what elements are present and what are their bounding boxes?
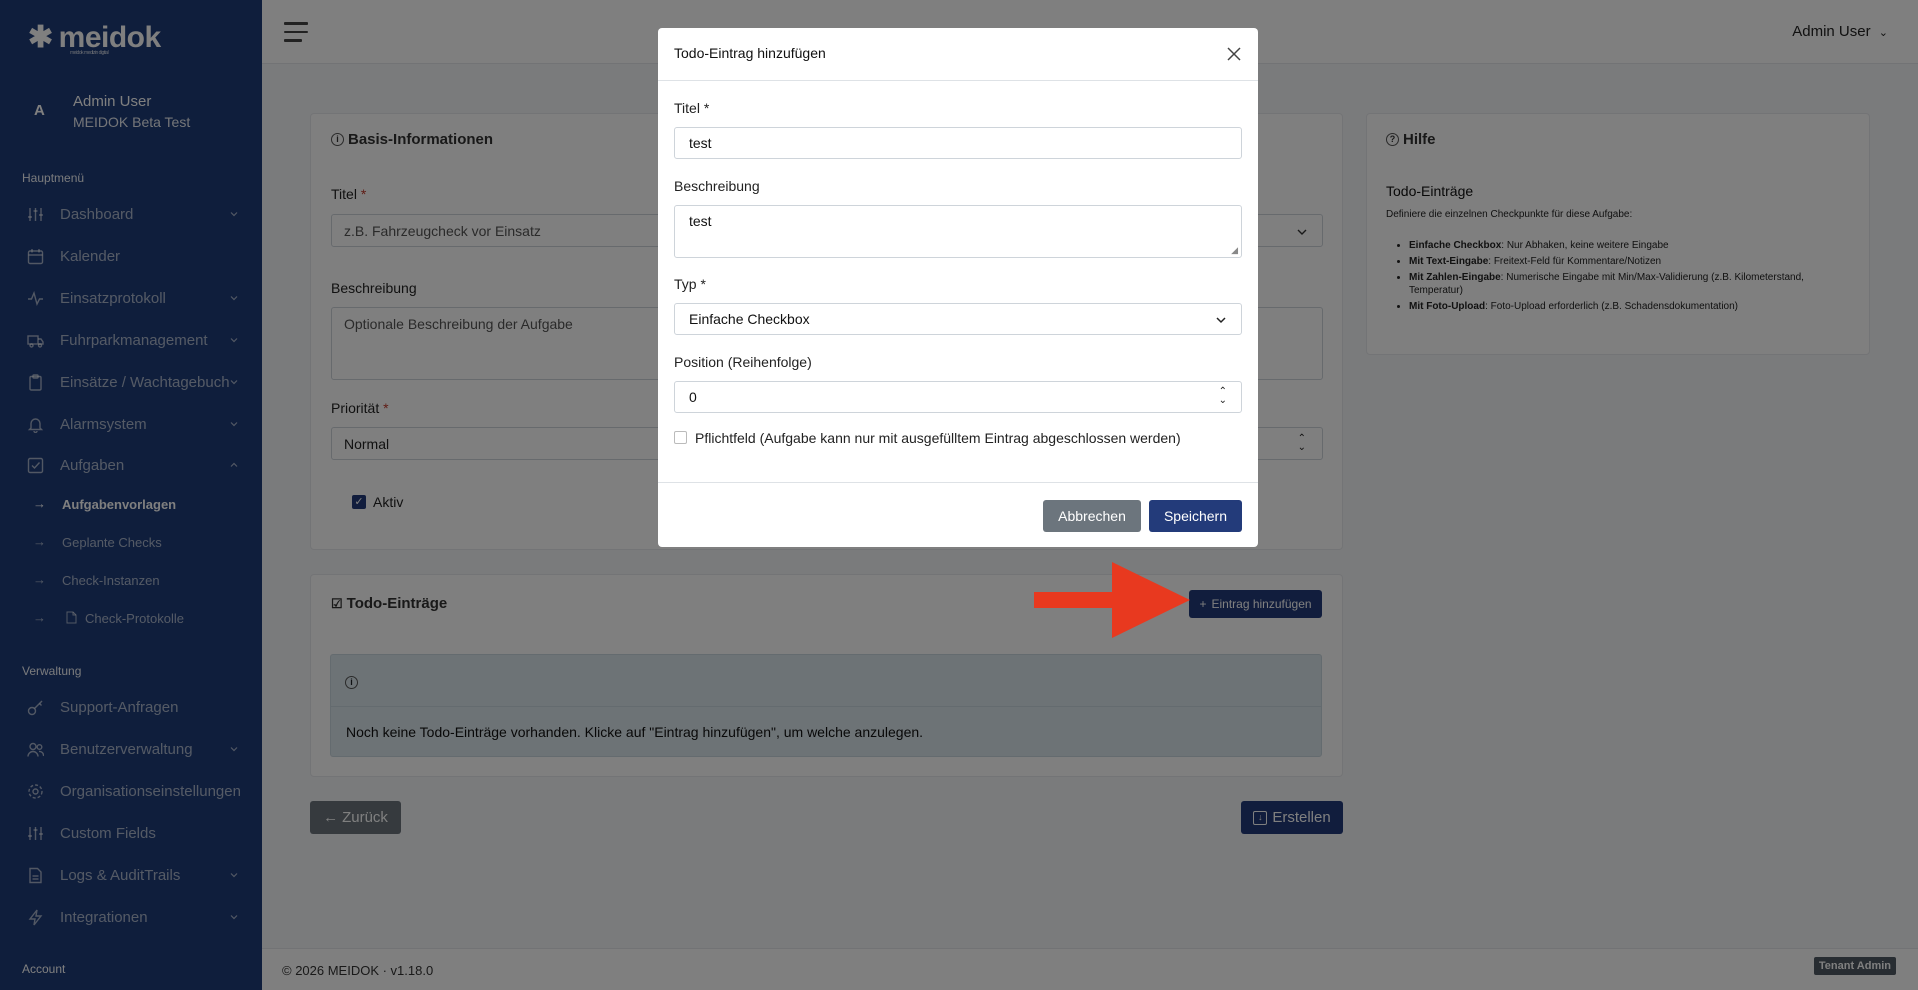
add-todo-modal: Todo-Eintrag hinzufügen Titel * test Bes… xyxy=(658,28,1258,547)
pflichtfeld-checkbox[interactable] xyxy=(674,431,687,444)
modal-typ-select[interactable]: Einfache Checkbox xyxy=(674,303,1242,335)
modal-footer-divider xyxy=(658,482,1258,483)
close-icon[interactable] xyxy=(1226,46,1242,62)
number-stepper-icon[interactable]: ⌃ ⌄ xyxy=(1219,387,1227,406)
modal-position-label: Position (Reihenfolge) xyxy=(674,354,812,370)
cancel-button[interactable]: Abbrechen xyxy=(1043,500,1141,532)
modal-title: Todo-Eintrag hinzufügen xyxy=(674,45,826,61)
modal-titel-label: Titel * xyxy=(674,100,710,116)
chevron-down-icon xyxy=(1216,317,1226,324)
resize-handle-icon[interactable]: ◢ xyxy=(1231,245,1238,256)
modal-header: Todo-Eintrag hinzufügen xyxy=(658,28,1258,81)
annotation-arrow-icon xyxy=(1034,562,1190,638)
modal-beschreibung-textarea[interactable]: test ◢ xyxy=(674,205,1242,258)
modal-beschreibung-label: Beschreibung xyxy=(674,178,760,194)
modal-titel-input[interactable]: test xyxy=(674,127,1242,159)
save-button[interactable]: Speichern xyxy=(1149,500,1242,532)
modal-typ-label: Typ * xyxy=(674,276,706,292)
pflichtfeld-label: Pflichtfeld (Aufgabe kann nur mit ausgef… xyxy=(695,430,1181,446)
modal-position-input[interactable]: 0 ⌃ ⌄ xyxy=(674,381,1242,413)
